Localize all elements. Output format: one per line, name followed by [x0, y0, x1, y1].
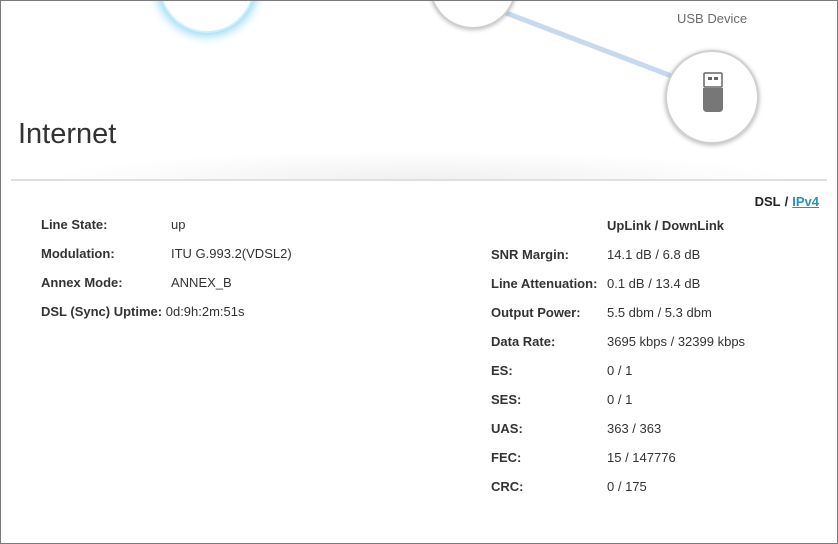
output-power-value: 5.5 dbm / 5.3 dbm — [607, 305, 712, 320]
line-state-label: Line State: — [41, 217, 108, 232]
fec-row: FEC: 15 / 147776 — [491, 450, 676, 465]
annex-mode-label: Annex Mode: — [41, 275, 123, 290]
line-attenuation-value: 0.1 dB / 13.4 dB — [607, 276, 701, 291]
fec-label: FEC: — [491, 450, 522, 465]
section-divider — [11, 179, 827, 181]
uas-row: UAS: 363 / 363 — [491, 421, 661, 436]
data-rate-row: Data Rate: 3695 kbps / 32399 kbps — [491, 334, 745, 349]
modulation-row: Modulation: ITU G.993.2(VDSL2) — [41, 246, 292, 261]
line-attenuation-label: Line Attenuation: — [491, 276, 598, 291]
line-attenuation-row: Line Attenuation: 0.1 dB / 13.4 dB — [491, 276, 700, 291]
router-usb-link — [498, 8, 672, 78]
dsl-uptime-label: DSL (Sync) Uptime: — [41, 304, 163, 319]
data-rate-label: Data Rate: — [491, 334, 556, 349]
output-power-row: Output Power: 5.5 dbm / 5.3 dbm — [491, 305, 712, 320]
ses-value: 0 / 1 — [607, 392, 633, 407]
es-value: 0 / 1 — [607, 363, 633, 378]
crc-value: 0 / 175 — [607, 479, 647, 494]
line-state-row: Line State: up — [41, 217, 185, 232]
ses-row: SES: 0 / 1 — [491, 392, 632, 407]
network-topology: USB Device — [1, 1, 837, 171]
modulation-value: ITU G.993.2(VDSL2) — [171, 246, 292, 261]
uas-value: 363 / 363 — [607, 421, 662, 436]
annex-mode-row: Annex Mode: ANNEX_B — [41, 275, 232, 290]
snr-margin-value: 14.1 dB / 6.8 dB — [607, 247, 701, 262]
ipv4-link[interactable]: IPv4 — [792, 194, 819, 209]
usb-stick-icon — [703, 72, 723, 112]
usb-device-node[interactable] — [665, 50, 759, 144]
view-switch: DSL / IPv4 — [755, 194, 819, 209]
crc-label: CRC: — [491, 479, 524, 494]
divider-shadow — [41, 151, 801, 179]
uas-label: UAS: — [491, 421, 523, 436]
crc-row: CRC: 0 / 175 — [491, 479, 647, 494]
es-label: ES: — [491, 363, 513, 378]
modulation-label: Modulation: — [41, 246, 115, 261]
annex-mode-value: ANNEX_B — [171, 275, 232, 290]
dsl-tab[interactable]: DSL — [755, 194, 781, 209]
uplink-downlink-header: UpLink / DownLink — [607, 218, 724, 233]
main-frame: USB Device Internet DSL / IPv4 Line State:… — [0, 0, 838, 544]
dsl-uptime-value: 0d:9h:2m:51s — [165, 304, 245, 319]
es-row: ES: 0 / 1 — [491, 363, 632, 378]
switch-separator: / — [784, 194, 789, 209]
fec-value: 15 / 147776 — [607, 450, 676, 465]
line-state-value: up — [171, 217, 186, 232]
usb-device-label: USB Device — [677, 11, 748, 26]
ses-label: SES: — [491, 392, 522, 407]
snr-margin-label: SNR Margin: — [491, 247, 569, 262]
snr-margin-row: SNR Margin: 14.1 dB / 6.8 dB — [491, 247, 700, 262]
data-rate-value: 3695 kbps / 32399 kbps — [607, 334, 746, 349]
page-title: Internet — [18, 118, 117, 150]
output-power-label: Output Power: — [491, 305, 581, 320]
uplink-downlink-header-text: UpLink / DownLink — [607, 218, 724, 233]
dsl-uptime-row: DSL (Sync) Uptime: 0d:9h:2m:51s — [41, 304, 245, 319]
